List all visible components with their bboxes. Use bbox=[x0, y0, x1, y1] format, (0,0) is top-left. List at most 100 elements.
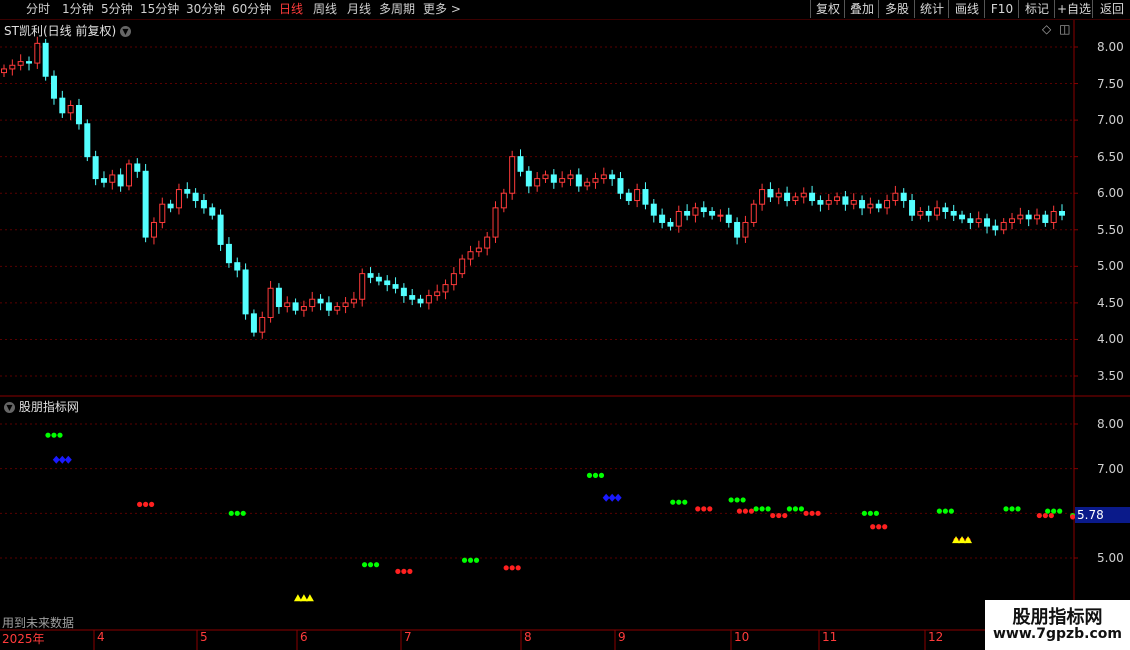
candle-body[interactable] bbox=[67, 104, 74, 114]
candle-body[interactable] bbox=[367, 273, 374, 278]
toolbar-button-8[interactable]: 返回 bbox=[1092, 0, 1130, 18]
candle-body[interactable] bbox=[967, 218, 974, 223]
candlestick-series[interactable] bbox=[1, 36, 1065, 339]
period-9[interactable]: 多周期 bbox=[379, 1, 415, 17]
candle-body[interactable] bbox=[942, 207, 949, 213]
candle-body[interactable] bbox=[842, 196, 849, 205]
candle-body[interactable] bbox=[725, 214, 732, 223]
candle-body[interactable] bbox=[300, 306, 307, 311]
candle-body[interactable] bbox=[442, 284, 449, 293]
candle-body[interactable] bbox=[592, 178, 599, 183]
candle-body[interactable] bbox=[892, 192, 899, 202]
candle-body[interactable] bbox=[684, 211, 691, 216]
candle-body[interactable] bbox=[809, 192, 816, 202]
period-7[interactable]: 周线 bbox=[313, 1, 337, 17]
candle-body[interactable] bbox=[9, 64, 16, 70]
candle-body[interactable] bbox=[167, 203, 174, 209]
period-4[interactable]: 30分钟 bbox=[186, 1, 225, 17]
candle-body[interactable] bbox=[1059, 211, 1065, 216]
candle-body[interactable] bbox=[25, 61, 32, 64]
candle-body[interactable] bbox=[1034, 214, 1041, 220]
candle-body[interactable] bbox=[175, 189, 182, 209]
candle-body[interactable] bbox=[1025, 214, 1032, 220]
candle-body[interactable] bbox=[709, 211, 716, 216]
candle-body[interactable] bbox=[375, 276, 382, 282]
candle-body[interactable] bbox=[125, 163, 132, 187]
candle-body[interactable] bbox=[759, 189, 766, 205]
candle-body[interactable] bbox=[259, 317, 266, 333]
candle-body[interactable] bbox=[934, 207, 941, 216]
candle-body[interactable] bbox=[267, 287, 274, 319]
candle-body[interactable] bbox=[667, 221, 674, 227]
candle-body[interactable] bbox=[17, 61, 24, 66]
period-1[interactable]: 1分钟 bbox=[62, 1, 94, 17]
candle-body[interactable] bbox=[209, 207, 216, 216]
candle-body[interactable] bbox=[575, 174, 582, 187]
candle-body[interactable] bbox=[1009, 218, 1016, 223]
candle-body[interactable] bbox=[59, 97, 66, 114]
candle-body[interactable] bbox=[109, 174, 116, 183]
candle-body[interactable] bbox=[617, 178, 624, 194]
candle-body[interactable] bbox=[142, 170, 149, 238]
candle-body[interactable] bbox=[234, 262, 241, 271]
candle-body[interactable] bbox=[34, 42, 41, 64]
candle-body[interactable] bbox=[309, 298, 316, 308]
period-2[interactable]: 5分钟 bbox=[101, 1, 133, 17]
candle-body[interactable] bbox=[475, 247, 482, 253]
panel-toggle-icon[interactable]: ◫ bbox=[1059, 22, 1070, 36]
candle-body[interactable] bbox=[400, 287, 407, 297]
candle-body[interactable] bbox=[767, 189, 774, 198]
candle-body[interactable] bbox=[850, 200, 857, 205]
candle-body[interactable] bbox=[817, 200, 824, 205]
candle-body[interactable] bbox=[859, 200, 866, 209]
candle-body[interactable] bbox=[925, 211, 932, 216]
toolbar-button-1[interactable]: 叠加 bbox=[844, 0, 879, 18]
candle-body[interactable] bbox=[84, 123, 91, 158]
candle-body[interactable] bbox=[917, 211, 924, 216]
candle-body[interactable] bbox=[217, 214, 224, 245]
toolbar-button-5[interactable]: F10 bbox=[984, 0, 1019, 18]
candle-body[interactable] bbox=[1050, 211, 1057, 223]
candle-body[interactable] bbox=[534, 178, 541, 187]
candle-body[interactable] bbox=[509, 156, 516, 194]
candle-body[interactable] bbox=[909, 200, 916, 216]
toolbar-button-0[interactable]: 复权 bbox=[810, 0, 845, 18]
candle-body[interactable] bbox=[559, 178, 566, 183]
candle-body[interactable] bbox=[584, 181, 591, 187]
toolbar-button-2[interactable]: 多股 bbox=[878, 0, 915, 18]
toolbar-button-3[interactable]: 统计 bbox=[914, 0, 949, 18]
candle-body[interactable] bbox=[425, 295, 432, 304]
candle-body[interactable] bbox=[1, 68, 7, 74]
candle-body[interactable] bbox=[434, 291, 441, 297]
toolbar-button-4[interactable]: 画线 bbox=[948, 0, 985, 18]
candle-body[interactable] bbox=[392, 284, 399, 289]
period-8[interactable]: 月线 bbox=[347, 1, 371, 17]
candle-body[interactable] bbox=[692, 207, 699, 216]
chevron-down-icon[interactable]: ▼ bbox=[4, 402, 15, 413]
candle-body[interactable] bbox=[634, 189, 641, 202]
candle-body[interactable] bbox=[334, 306, 341, 311]
toolbar-button-6[interactable]: 标记 bbox=[1018, 0, 1055, 18]
candle-body[interactable] bbox=[800, 192, 807, 198]
candle-body[interactable] bbox=[1000, 221, 1007, 231]
candle-body[interactable] bbox=[359, 273, 366, 300]
candle-body[interactable] bbox=[292, 302, 299, 311]
candle-body[interactable] bbox=[875, 203, 882, 209]
candle-body[interactable] bbox=[642, 189, 649, 205]
chevron-down-icon[interactable]: ▼ bbox=[119, 26, 131, 37]
candle-body[interactable] bbox=[734, 221, 741, 238]
candle-body[interactable] bbox=[784, 192, 791, 202]
candle-body[interactable] bbox=[484, 236, 491, 249]
candle-body[interactable] bbox=[192, 192, 199, 202]
candle-body[interactable] bbox=[417, 298, 424, 304]
candle-body[interactable] bbox=[992, 225, 999, 231]
candle-body[interactable] bbox=[350, 298, 357, 304]
candle-body[interactable] bbox=[384, 280, 391, 286]
toolbar-button-7[interactable]: +自选 bbox=[1054, 0, 1093, 18]
candle-body[interactable] bbox=[200, 200, 207, 209]
candle-body[interactable] bbox=[1017, 214, 1024, 220]
candle-body[interactable] bbox=[542, 174, 549, 180]
candle-body[interactable] bbox=[659, 214, 666, 223]
candle-body[interactable] bbox=[792, 196, 799, 202]
candle-body[interactable] bbox=[717, 214, 724, 217]
